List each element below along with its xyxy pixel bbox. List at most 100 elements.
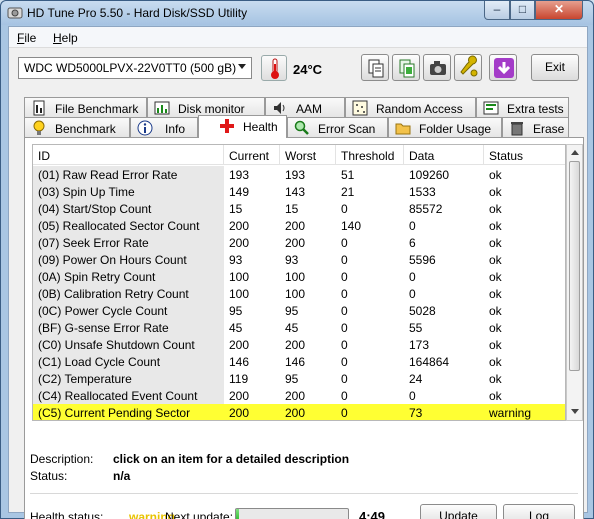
table-row[interactable]: (C0) Unsafe Shutdown Count 200 200 0 173 ok [33, 336, 565, 353]
column-header-id[interactable]: ID [33, 145, 224, 165]
column-header-status[interactable]: Status [484, 145, 565, 165]
maximize-button[interactable]: □ [510, 1, 535, 20]
cell-id: (C5) Current Pending Sector [33, 404, 224, 420]
cell-status: ok [489, 304, 502, 318]
table-row[interactable]: (01) Raw Read Error Rate 193 193 51 109260 ok [33, 166, 565, 183]
log-button[interactable]: Log [503, 504, 575, 519]
cell-data: 109260 [409, 168, 450, 182]
magnifier-icon [294, 120, 309, 135]
drive-select[interactable]: WDC WD5000LPVX-22V0TT0 (500 gB) [18, 57, 252, 79]
cell-data: 5596 [409, 253, 436, 267]
exit-button[interactable]: Exit [531, 54, 579, 81]
tab-random-access[interactable]: Random Access [345, 97, 476, 118]
table-row[interactable]: (C5) Current Pending Sector 200 200 0 73 warn… [33, 404, 565, 420]
tab-file-benchmark[interactable]: File Benchmark [24, 97, 147, 118]
save-button[interactable] [489, 54, 517, 81]
table-row[interactable]: (0B) Calibration Retry Count 100 100 0 0 ok [33, 285, 565, 302]
cell-threshold: 0 [341, 253, 348, 267]
column-header-threshold[interactable]: Threshold [336, 145, 404, 165]
title-bar[interactable]: HD Tune Pro 5.50 - Hard Disk/SSD Utility… [1, 1, 593, 25]
table-row[interactable]: (BF) G-sense Error Rate 45 45 0 55 ok [33, 319, 565, 336]
cell-id: (0C) Power Cycle Count [33, 302, 224, 319]
table-row[interactable]: (03) Spin Up Time 149 143 21 1533 ok [33, 183, 565, 200]
column-header-current[interactable]: Current [224, 145, 280, 165]
cell-worst: 100 [285, 270, 306, 284]
scroll-up-icon[interactable] [571, 150, 579, 155]
menu-help[interactable]: Help [53, 31, 78, 45]
table-row[interactable]: (07) Seek Error Rate 200 200 0 6 ok [33, 234, 565, 251]
next-update-timer: 4:49 [359, 509, 386, 519]
tab-health[interactable]: Health [198, 115, 287, 138]
column-header-worst[interactable]: Worst [280, 145, 336, 165]
cell-status: ok [489, 355, 502, 369]
cell-threshold: 140 [341, 219, 362, 233]
cell-data: 85572 [409, 202, 443, 216]
cell-current: 95 [229, 304, 243, 318]
disk-monitor-icon [154, 101, 170, 115]
cell-data: 24 [409, 372, 423, 386]
scroll-down-icon[interactable] [571, 409, 579, 414]
cell-data: 55 [409, 321, 423, 335]
cell-worst: 143 [285, 185, 306, 199]
tab-label: AAM [296, 102, 323, 116]
cell-status: warning [489, 406, 532, 420]
cell-worst: 200 [285, 219, 306, 233]
cell-threshold: 0 [341, 321, 348, 335]
cell-status: ok [489, 338, 502, 352]
cell-id: (C4) Reallocated Event Count [33, 387, 224, 404]
copy-text-button[interactable] [361, 54, 389, 81]
tab-info[interactable]: Info [130, 117, 198, 138]
cell-data: 73 [409, 406, 423, 420]
table-row[interactable]: (05) Reallocated Sector Count 200 200 140 0 o… [33, 217, 565, 234]
tab-error-scan[interactable]: Error Scan [287, 117, 388, 138]
table-row[interactable]: (0C) Power Cycle Count 95 95 0 5028 ok [33, 302, 565, 319]
tab-extra-tests[interactable]: Extra tests [476, 97, 569, 118]
tab-label: Info [165, 122, 186, 136]
table-row[interactable]: (04) Start/Stop Count 15 15 0 85572 ok [33, 200, 565, 217]
cell-current: 100 [229, 287, 250, 301]
table-row[interactable]: (C2) Temperature 119 95 0 24 ok [33, 370, 565, 387]
table-row[interactable]: (C1) Load Cycle Count 146 146 0 164864 ok [33, 353, 565, 370]
tab-folder-usage[interactable]: Folder Usage [388, 117, 502, 138]
table-scrollbar[interactable] [566, 144, 583, 421]
cell-worst: 146 [285, 355, 306, 369]
camera-icon [430, 61, 446, 75]
cell-data: 0 [409, 219, 416, 233]
cell-status: ok [489, 253, 502, 267]
cell-status: ok [489, 168, 502, 182]
minimize-button[interactable]: – [484, 1, 510, 20]
cell-current: 119 [229, 372, 249, 386]
cell-data: 0 [409, 270, 416, 284]
table-row[interactable]: (C4) Reallocated Event Count 200 200 0 0 ok [33, 387, 565, 404]
copy-screenshot-button[interactable] [392, 54, 420, 81]
table-row[interactable]: (0A) Spin Retry Count 100 100 0 0 ok [33, 268, 565, 285]
cell-worst: 95 [285, 304, 299, 318]
cell-threshold: 0 [341, 389, 348, 403]
thermometer-icon [261, 55, 287, 81]
close-button[interactable]: ✕ [535, 1, 583, 20]
cell-threshold: 0 [341, 304, 348, 318]
table-row[interactable]: (09) Power On Hours Count 93 93 0 5596 ok [33, 251, 565, 268]
cell-threshold: 0 [341, 338, 348, 352]
table-header: ID Current Worst Threshold Data Status [33, 145, 565, 165]
cell-current: 93 [229, 253, 243, 267]
cell-id: (BF) G-sense Error Rate [33, 319, 224, 336]
menu-file[interactable]: File [17, 31, 36, 45]
info-icon [137, 120, 153, 136]
cell-data: 6 [409, 236, 416, 250]
options-button[interactable] [454, 54, 482, 81]
cell-worst: 95 [285, 372, 299, 386]
cell-status: ok [489, 321, 502, 335]
health-panel: ID Current Worst Threshold Data Status (… [24, 137, 584, 519]
cell-threshold: 21 [341, 185, 355, 199]
tab-erase[interactable]: Erase [502, 117, 569, 138]
tab-benchmark[interactable]: Benchmark [24, 117, 130, 138]
cell-threshold: 0 [341, 287, 348, 301]
tab-label: Health [243, 120, 278, 134]
update-button[interactable]: Update [420, 504, 497, 519]
scroll-thumb[interactable] [569, 161, 580, 371]
cell-id: (C1) Load Cycle Count [33, 353, 224, 370]
smart-table[interactable]: ID Current Worst Threshold Data Status (… [32, 144, 566, 421]
screenshot-button[interactable] [423, 54, 451, 81]
column-header-data[interactable]: Data [404, 145, 484, 165]
